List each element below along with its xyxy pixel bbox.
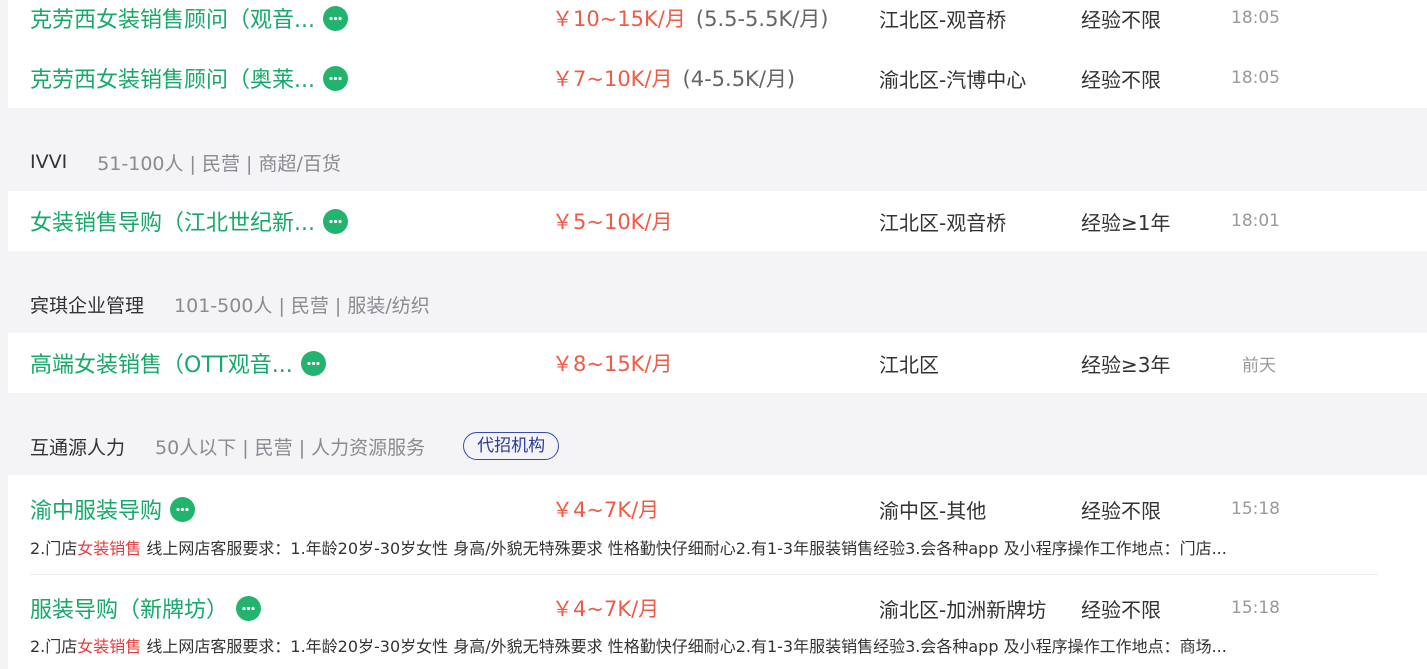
publish-time: 前天 <box>1242 355 1276 376</box>
company-name[interactable]: IVVI <box>30 151 67 173</box>
job-panel-group-0: 克劳西女装销售顾问（观音... ￥10~15K/月 (5.5-5.5K/月) 江北… <box>8 0 1427 108</box>
company-header[interactable]: IVVI 51-100人 | 民营 | 商超/百货 <box>30 142 341 182</box>
salary: ￥8~15K/月 <box>552 352 673 376</box>
publish-time: 18:01 <box>1231 211 1280 231</box>
chat-bubble-icon[interactable] <box>322 65 348 91</box>
job-panel-group-3: 渝中服装导购 ￥4~7K/月 渝中区-其他 经验不限 15:18 2.门店女装销… <box>8 475 1427 669</box>
job-title-link[interactable]: 女装销售导购（江北世纪新... <box>30 193 348 249</box>
chat-bubble-icon[interactable] <box>170 496 196 522</box>
job-description: 2.门店女装销售 线上网店客服要求：1.年龄20岁-30岁女性 身高/外貌无特殊… <box>30 637 1227 656</box>
job-row[interactable]: 克劳西女装销售顾问（奥莱... ￥7~10K/月 (4-5.5K/月) 渝北区-汽… <box>8 50 1427 106</box>
company-meta: 51-100人 | 民营 | 商超/百货 <box>97 152 341 175</box>
job-title-link[interactable]: 克劳西女装销售顾问（观音... <box>30 0 348 46</box>
job-row[interactable]: 高端女装销售（OTT观音... ￥8~15K/月 江北区 经验≥3年 前天 <box>8 335 1427 391</box>
job-panel-group-1: 女装销售导购（江北世纪新... ￥5~10K/月 江北区-观音桥 经验≥1年 1… <box>8 191 1427 251</box>
job-description: 2.门店女装销售 线上网店客服要求：1.年龄20岁-30岁女性 身高/外貌无特殊… <box>30 539 1227 558</box>
row-divider <box>30 574 1378 575</box>
job-area: 渝北区-汽博中心 <box>879 67 1027 92</box>
experience: 经验≥3年 <box>1081 352 1171 377</box>
job-title-link[interactable]: 服装导购（新牌坊） <box>30 580 262 636</box>
job-panel-group-2: 高端女装销售（OTT观音... ￥8~15K/月 江北区 经验≥3年 前天 <box>8 333 1427 393</box>
job-row[interactable]: 服装导购（新牌坊） ￥4~7K/月 渝北区-加洲新牌坊 经验不限 15:18 <box>8 580 1427 636</box>
experience: 经验不限 <box>1081 7 1161 32</box>
keyword-highlight: 女装销售 <box>77 637 142 656</box>
experience: 经验不限 <box>1081 597 1161 622</box>
company-meta: 50人以下 | 民营 | 人力资源服务 <box>155 436 426 459</box>
experience: 经验不限 <box>1081 498 1161 523</box>
keyword-highlight: 女装销售 <box>77 539 142 558</box>
company-name[interactable]: 宾琪企业管理 <box>30 291 144 318</box>
publish-time: 15:18 <box>1231 598 1280 618</box>
experience: 经验不限 <box>1081 67 1161 92</box>
job-area: 渝北区-加洲新牌坊 <box>879 597 1047 622</box>
job-row[interactable]: 克劳西女装销售顾问（观音... ￥10~15K/月 (5.5-5.5K/月) 江北… <box>8 0 1427 46</box>
chat-bubble-icon[interactable] <box>322 5 348 31</box>
chat-bubble-icon[interactable] <box>322 208 348 234</box>
job-title-link[interactable]: 克劳西女装销售顾问（奥莱... <box>30 50 348 106</box>
job-title-link[interactable]: 高端女装销售（OTT观音... <box>30 335 326 391</box>
experience: 经验≥1年 <box>1081 210 1171 235</box>
job-area: 江北区-观音桥 <box>879 7 1007 32</box>
chat-bubble-icon[interactable] <box>236 595 262 621</box>
chat-bubble-icon[interactable] <box>300 350 326 376</box>
salary: ￥5~10K/月 <box>552 210 673 234</box>
company-name[interactable]: 互通源人力 <box>30 433 125 460</box>
publish-time: 18:05 <box>1231 68 1280 88</box>
salary: ￥10~15K/月 (5.5-5.5K/月) <box>552 7 829 31</box>
publish-time: 15:18 <box>1231 499 1280 519</box>
job-area: 江北区 <box>879 352 939 377</box>
salary: ￥4~7K/月 <box>552 498 660 522</box>
publish-time: 18:05 <box>1231 8 1280 28</box>
salary: ￥4~7K/月 <box>552 597 660 621</box>
company-meta: 101-500人 | 民营 | 服装/纺织 <box>174 294 430 317</box>
job-area: 江北区-观音桥 <box>879 210 1007 235</box>
salary: ￥7~10K/月 (4-5.5K/月) <box>552 67 796 91</box>
job-area: 渝中区-其他 <box>879 498 987 523</box>
job-row[interactable]: 女装销售导购（江北世纪新... ￥5~10K/月 江北区-观音桥 经验≥1年 1… <box>8 193 1427 249</box>
company-header[interactable]: 宾琪企业管理 101-500人 | 民营 | 服装/纺织 <box>30 284 430 324</box>
agency-badge: 代招机构 <box>463 432 560 460</box>
job-row[interactable]: 渝中服装导购 ￥4~7K/月 渝中区-其他 经验不限 15:18 <box>8 481 1427 537</box>
company-header[interactable]: 互通源人力 50人以下 | 民营 | 人力资源服务 代招机构 <box>30 426 560 466</box>
job-title-link[interactable]: 渝中服装导购 <box>30 481 196 537</box>
